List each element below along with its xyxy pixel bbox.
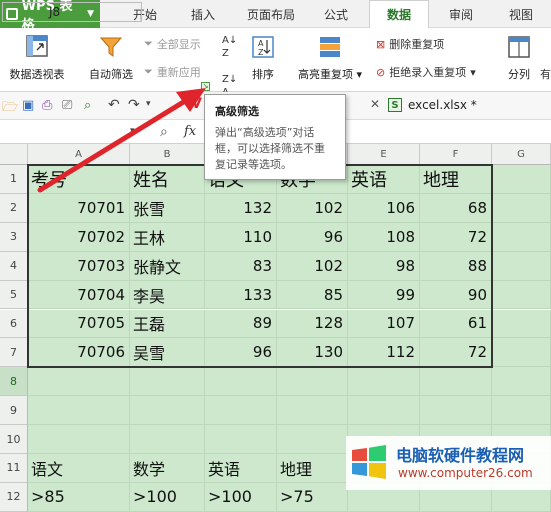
watermark-title: 电脑软硬件教程网 <box>396 446 525 465</box>
watermark-url: www.computer26.com <box>398 466 533 480</box>
windows-logo-icon <box>352 445 386 479</box>
annotation-arrow <box>37 88 206 193</box>
site-watermark: 电脑软硬件教程网 www.computer26.com <box>346 436 551 490</box>
